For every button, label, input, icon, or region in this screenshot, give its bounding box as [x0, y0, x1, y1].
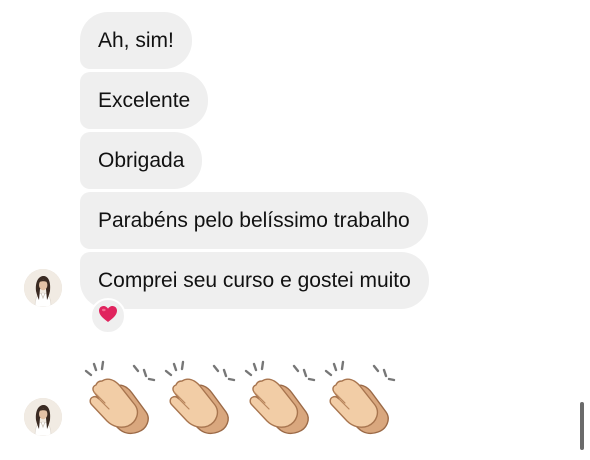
clapping-hands-icon — [240, 360, 318, 438]
message-bubble[interactable]: Obrigada — [80, 132, 203, 189]
red-heart-icon — [98, 305, 118, 328]
message-text: Comprei seu curso e gostei muito — [98, 269, 411, 292]
message-thread: Ah, sim! Excelente Obrigada Parabéns pel… — [0, 0, 590, 460]
message-text: Excelente — [98, 89, 191, 112]
clapping-hands-icon — [160, 360, 238, 438]
message-text: Parabéns pelo belíssimo trabalho — [98, 209, 410, 232]
message-text: Obrigada — [98, 149, 185, 172]
message-bubble[interactable]: Excelente — [80, 72, 209, 129]
sender-avatar[interactable] — [24, 398, 62, 436]
message-bubble[interactable]: Parabéns pelo belíssimo trabalho — [80, 192, 428, 249]
clapping-hands-icon — [320, 360, 398, 438]
scrollbar[interactable] — [580, 402, 584, 450]
message-bubble[interactable]: Comprei seu curso e gostei muito — [80, 252, 429, 309]
message-text: Ah, sim! — [98, 29, 174, 52]
message-bubble[interactable]: Ah, sim! — [80, 12, 192, 69]
clapping-hands-icon — [80, 360, 158, 438]
message-reaction[interactable] — [90, 298, 126, 334]
sender-avatar[interactable] — [24, 269, 62, 307]
